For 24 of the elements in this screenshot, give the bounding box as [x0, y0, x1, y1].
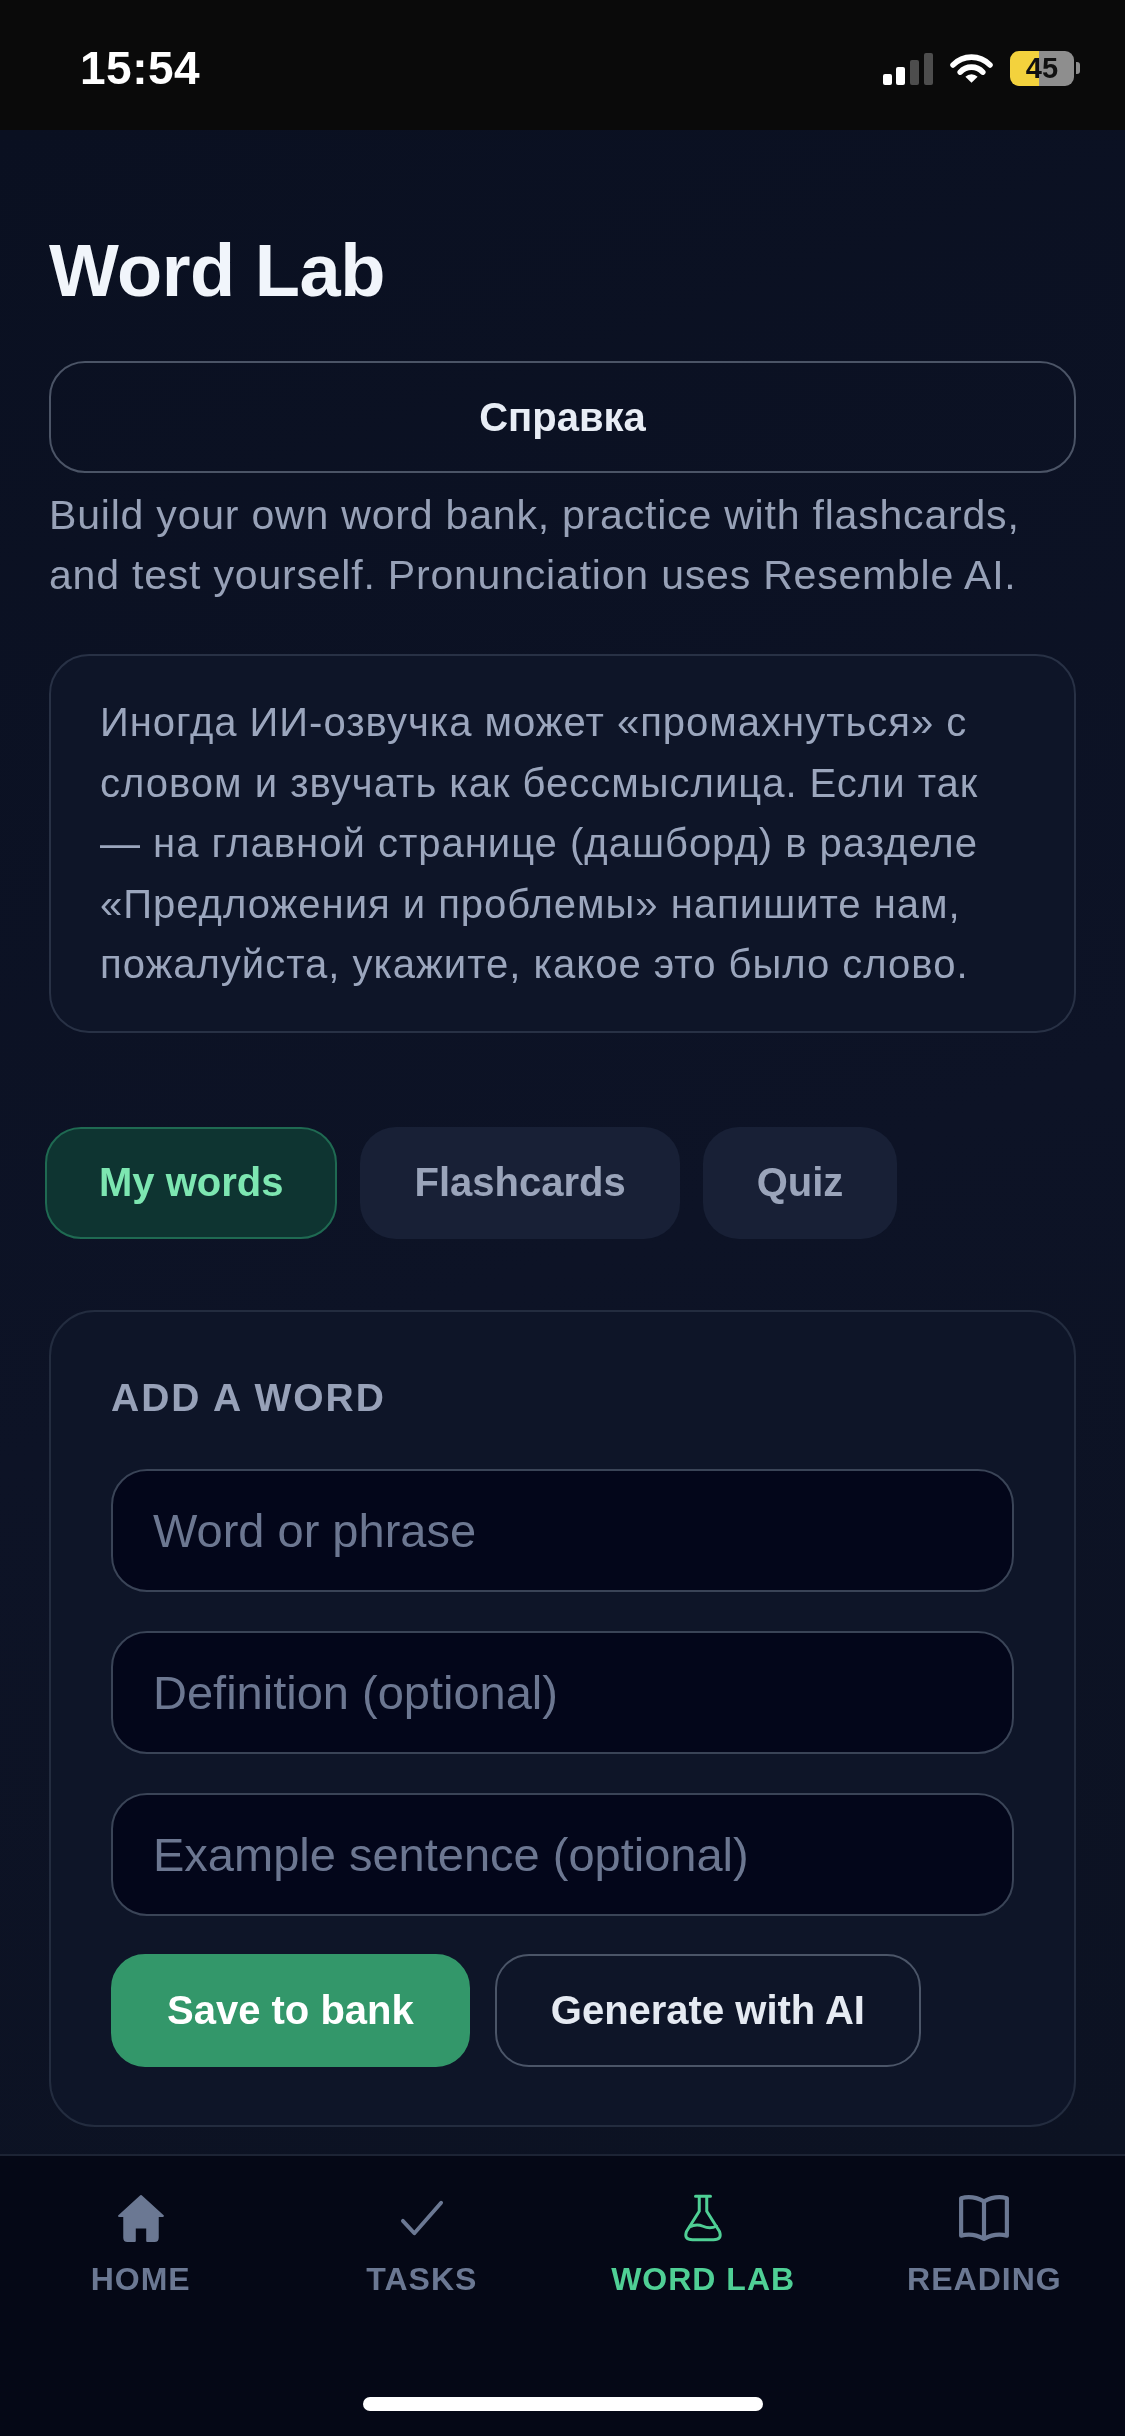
- section-heading: ADD A WORD: [111, 1374, 387, 1421]
- home-icon: [116, 2194, 165, 2242]
- notice-text: Иногда ИИ-озвучка может «промахнуться» с словом и звучать как бессмыслица. Если так — на главной странице (дашборд) в разделе «Предложения и проблемы» напишите нам, пожалуйста, укажите, какое это было слово.: [100, 699, 980, 988]
- generate-button[interactable]: Generate with AI: [494, 1953, 921, 2067]
- checkmark-icon: [399, 2199, 444, 2237]
- tab[interactable]: Quiz: [702, 1126, 898, 1239]
- tab[interactable]: Flashcards: [360, 1126, 680, 1239]
- nav-item[interactable]: TASKS: [366, 2194, 478, 2298]
- nav-item[interactable]: READING: [907, 2194, 1062, 2298]
- wifi-icon: [950, 52, 993, 84]
- text-input[interactable]: Word or phrase: [111, 1468, 1014, 1592]
- save-button[interactable]: Save to bank: [111, 1953, 470, 2067]
- text-input[interactable]: Definition (optional): [111, 1630, 1014, 1754]
- nav-item[interactable]: WORD LAB: [611, 2194, 796, 2298]
- description-text: Build your own word bank, practice with flashcards, and test yourself. Pronunciation uses Resemble AI.: [49, 491, 1021, 600]
- flask-icon: [682, 2194, 725, 2242]
- help-button[interactable]: Справка: [49, 361, 1076, 473]
- status-time: 15:54: [80, 41, 201, 95]
- text-input[interactable]: Example sentence (optional): [111, 1792, 1014, 1916]
- page-title: Word Lab: [49, 228, 386, 314]
- nav-item[interactable]: HOME: [90, 2194, 191, 2298]
- signal-icon: [883, 53, 933, 85]
- book-icon: [958, 2194, 1011, 2242]
- tab[interactable]: My words: [45, 1126, 338, 1239]
